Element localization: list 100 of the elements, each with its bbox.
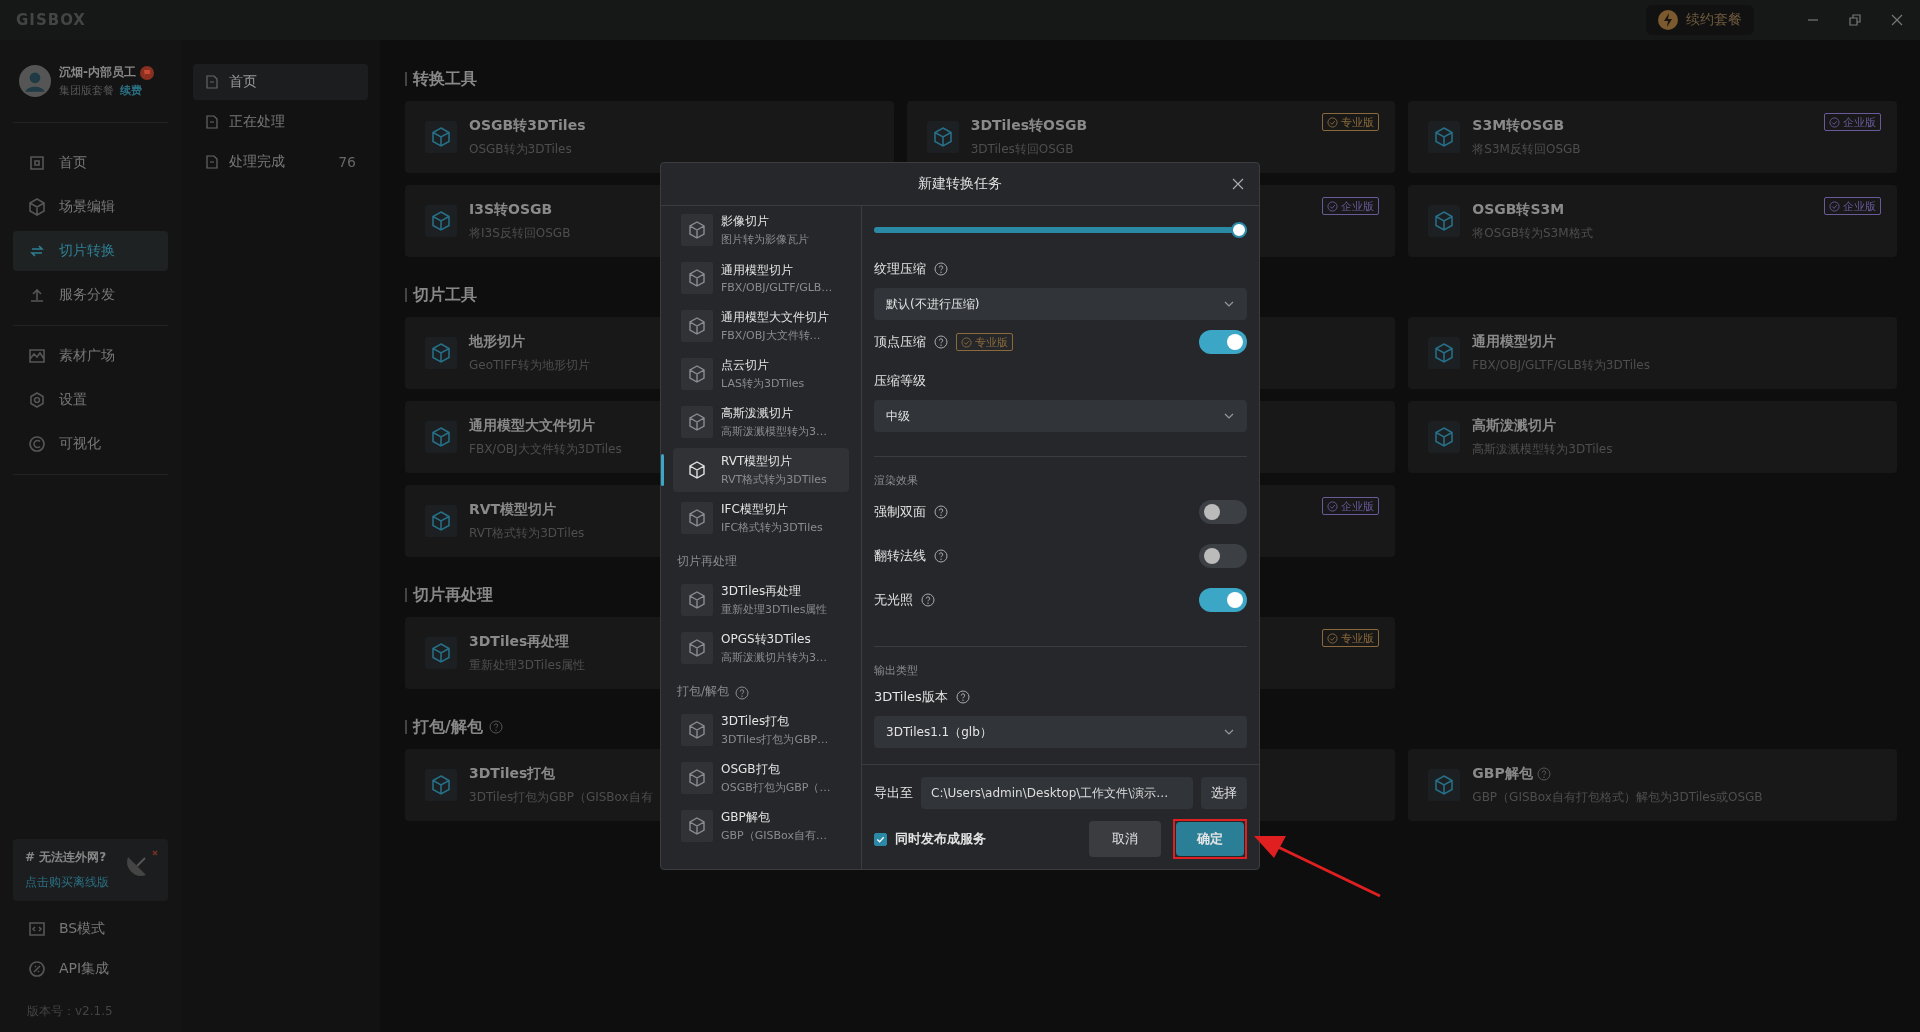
nav-item[interactable]: 素材广场: [13, 336, 168, 376]
help-icon[interactable]: [934, 335, 948, 349]
subnav-item[interactable]: 首页: [193, 64, 368, 100]
confirm-button[interactable]: 确定: [1176, 822, 1244, 856]
dropdown-field[interactable]: 默认(不进行压缩): [874, 288, 1247, 320]
task-type-description: FBX/OBJ/GLTF/GLB…: [721, 281, 833, 294]
cube-icon: [681, 406, 713, 438]
task-type-description: GBP（GISBox自有…: [721, 828, 827, 843]
avatar-icon[interactable]: [19, 65, 51, 97]
home-icon: [27, 153, 47, 173]
card-title: 通用模型大文件切片: [469, 416, 595, 435]
cube-icon: [425, 205, 457, 237]
help-icon[interactable]: [934, 505, 948, 519]
cube-icon: [681, 714, 713, 746]
toggle-switch[interactable]: [1199, 500, 1247, 524]
lightning-icon: [1658, 10, 1678, 30]
cube-icon: [681, 358, 713, 390]
nav-item[interactable]: 首页: [13, 143, 168, 183]
renew-link[interactable]: 续费: [120, 83, 142, 98]
cube-icon: [681, 632, 713, 664]
card-title: 通用模型切片: [1472, 332, 1557, 351]
slider-thumb[interactable]: [1231, 222, 1247, 238]
card-title: 高斯泼溅切片: [1472, 416, 1557, 435]
nav-item[interactable]: 设置: [13, 380, 168, 420]
task-type-title: 3DTiles再处理: [721, 583, 803, 600]
close-icon[interactable]: [1890, 13, 1904, 27]
task-type-item[interactable]: IFC模型切片 IFC格式转为3DTiles: [673, 496, 849, 540]
task-type-description: OSGB打包为GBP（…: [721, 780, 831, 795]
field-label: 3DTiles版本: [874, 688, 948, 706]
cube-icon: [1428, 421, 1461, 453]
section-title: 切片工具: [413, 284, 477, 306]
cube-icon: [425, 421, 457, 453]
cube-icon: [681, 262, 713, 294]
cube-icon: [1428, 121, 1461, 153]
help-icon[interactable]: [934, 262, 948, 276]
task-type-description: 图片转为影像瓦片: [721, 232, 809, 247]
renew-button[interactable]: 续约套餐: [1646, 5, 1754, 35]
document-icon: [205, 75, 219, 89]
cube-icon: [681, 584, 713, 616]
card-title: OSGB转3DTiles: [469, 116, 586, 135]
task-type-description: 重新处理3DTiles属性: [721, 602, 828, 617]
checkbox-label: 同时发布成服务: [895, 830, 986, 848]
user-name: 沉烟-内部员工: [59, 64, 136, 81]
promo-link[interactable]: 点击购买离线版: [25, 874, 109, 891]
choose-button[interactable]: 选择: [1201, 777, 1247, 809]
checkbox[interactable]: [874, 832, 887, 846]
task-type-title: OSGB打包: [721, 761, 781, 778]
cube-icon: [681, 214, 713, 246]
slider[interactable]: [874, 222, 1247, 238]
edition-label: 企业版: [1843, 114, 1876, 130]
task-type-item[interactable]: 影像切片 图片转为影像瓦片: [673, 208, 849, 252]
subnav-item[interactable]: 处理完成 76: [193, 144, 368, 180]
task-type-title: IFC模型切片: [721, 501, 789, 518]
help-icon[interactable]: [921, 593, 935, 607]
task-type-title: 高斯泼溅切片: [721, 405, 794, 422]
restore-icon[interactable]: [1848, 13, 1862, 27]
card-title: RVT模型切片: [469, 500, 557, 519]
task-type-title: 影像切片: [721, 213, 770, 230]
toggle-switch[interactable]: [1199, 588, 1247, 612]
field-label: 无光照: [874, 591, 913, 609]
dropdown-field[interactable]: 3DTiles1.1（glb）: [874, 716, 1247, 748]
task-type-title: 通用模型切片: [721, 262, 794, 279]
edition-label: 企业版: [1843, 198, 1876, 214]
subnav-item[interactable]: 正在处理: [193, 104, 368, 140]
document-icon: [205, 115, 219, 129]
flag-icon: [140, 65, 154, 80]
toggle-switch[interactable]: [1199, 330, 1247, 354]
task-type-item[interactable]: 通用模型切片 FBX/OBJ/GLTF/GLB…: [673, 256, 849, 300]
help-icon[interactable]: [934, 549, 948, 563]
code-icon: [27, 919, 47, 939]
card-title: 3DTiles再处理: [469, 632, 570, 651]
close-icon[interactable]: [1231, 177, 1245, 191]
nav-item[interactable]: 切片转换: [13, 231, 168, 271]
help-icon[interactable]: [955, 690, 970, 704]
card-title: GBP解包: [1472, 764, 1533, 783]
task-type-description: 3DTiles打包为GBP…: [721, 732, 829, 747]
toggle-switch[interactable]: [1199, 544, 1247, 568]
promo-card[interactable]: # 无法连外网? 点击购买离线版: [13, 839, 168, 901]
mountain-icon: [27, 346, 47, 366]
nav-item[interactable]: 可视化: [13, 424, 168, 464]
check-icon: [1327, 116, 1339, 128]
path-field[interactable]: C:\Users\admin\Desktop\工作文件\演示…: [921, 777, 1193, 809]
cube-icon: [681, 310, 713, 342]
task-type-title: 点云切片: [721, 357, 770, 374]
task-type-item[interactable]: 高斯泼溅切片 高斯泼溅模型转为3…: [673, 400, 849, 444]
nav-item[interactable]: 服务分发: [13, 275, 168, 315]
task-type-item[interactable]: OSGB打包 OSGB打包为GBP（…: [673, 756, 849, 800]
nav-item[interactable]: API集成: [13, 949, 168, 989]
task-type-description: RVT格式转为3DTiles: [721, 472, 827, 487]
section-heading: 渲染效果: [874, 474, 918, 487]
nav-item[interactable]: BS模式: [13, 909, 168, 949]
card-title: OSGB转S3M: [1472, 200, 1565, 219]
cancel-button[interactable]: 取消: [1089, 821, 1161, 857]
plan-label: 集团版套餐: [59, 83, 114, 98]
task-type-item[interactable]: 3DTiles打包 3DTiles打包为GBP…: [673, 708, 849, 752]
nav-item[interactable]: 场景编辑: [13, 187, 168, 227]
help-icon[interactable]: [735, 686, 750, 700]
dropdown-field[interactable]: 中级: [874, 400, 1247, 432]
cube-icon: [27, 197, 47, 217]
task-type-item[interactable]: OPGS转3DTiles 高斯泼溅切片转为3…: [673, 626, 849, 670]
